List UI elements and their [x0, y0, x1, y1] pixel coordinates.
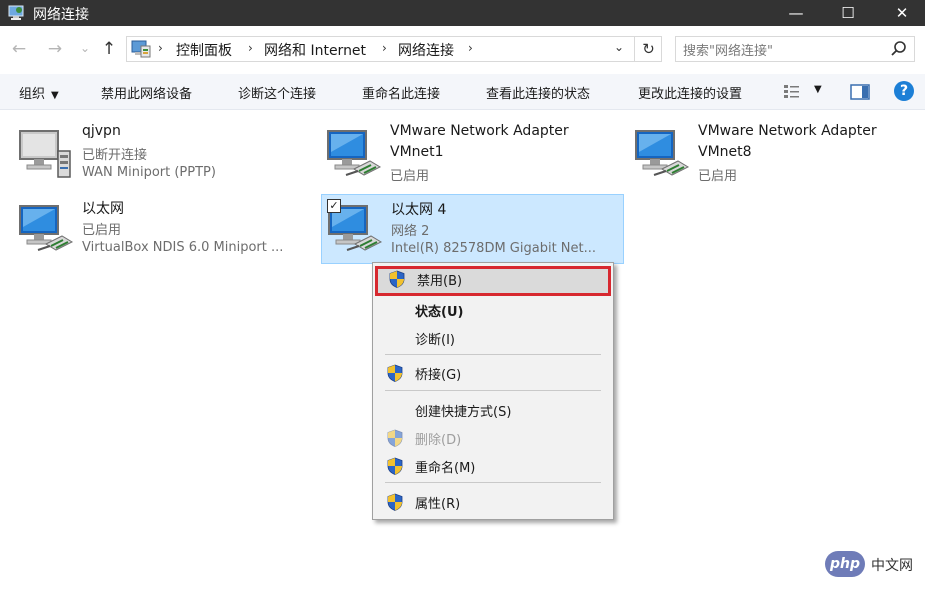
control-panel-icon: [131, 40, 151, 58]
vpn-connection-icon: [18, 125, 74, 181]
change-settings-button[interactable]: 更改此连接的设置: [638, 83, 742, 102]
breadcrumb-separator: ›: [468, 41, 473, 55]
command-bar: 组织 ▼ 禁用此网络设备 诊断这个连接 重命名此连接 查看此连接的状态 更改此连接…: [0, 74, 925, 110]
connection-status: 已启用: [82, 223, 122, 238]
menu-item-label: 诊断(I): [415, 333, 455, 348]
maximize-button[interactable]: ☐: [825, 0, 871, 26]
title-bar: 网络连接 — ☐ ✕: [0, 0, 925, 26]
up-button[interactable]: ↑: [98, 38, 120, 60]
shield-icon: [389, 270, 405, 288]
address-dropdown-button[interactable]: ⌄: [614, 40, 624, 54]
connection-item-vmnet1[interactable]: VMware Network Adapter VMnet1 已启用: [326, 123, 616, 189]
disable-device-button[interactable]: 禁用此网络设备: [101, 83, 192, 102]
minimize-button[interactable]: —: [773, 0, 819, 26]
menu-item-label: 创建快捷方式(S): [415, 405, 512, 420]
menu-item-label: 禁用(B): [417, 274, 463, 289]
breadcrumb-separator: ›: [158, 41, 163, 55]
connection-name: 以太网 4: [391, 202, 447, 218]
context-menu: 禁用(B) 状态(U) 诊断(I) 桥接(G) 创建快捷方式(S) 删除(D) …: [372, 262, 614, 520]
ethernet-adapter-icon: [18, 200, 74, 256]
connection-device: Intel(R) 82578DM Gigabit Net...: [391, 241, 597, 256]
menu-item-label: 桥接(G): [415, 368, 462, 383]
connection-status: 已断开连接: [82, 148, 148, 163]
menu-item-status[interactable]: 状态(U): [373, 297, 613, 323]
recent-locations-button[interactable]: ⌄: [74, 37, 96, 59]
connection-device: 已启用: [698, 169, 738, 184]
chevron-down-icon: ▼: [51, 90, 59, 101]
search-icon[interactable]: [890, 40, 908, 58]
connection-item-ethernet-4[interactable]: ✓ 以太网 4 网络 2 Intel(R) 82578DM Gigabit Ne…: [321, 194, 624, 264]
connection-item-qjvpn[interactable]: qjvpn 已断开连接 WAN Miniport (PPTP): [18, 123, 278, 189]
breadcrumb-network-internet[interactable]: 网络和 Internet: [264, 40, 366, 60]
selection-checkbox[interactable]: ✓: [327, 199, 341, 213]
watermark-text: 中文网: [871, 558, 913, 574]
connection-item-vmnet8[interactable]: VMware Network Adapter VMnet8 已启用: [634, 123, 919, 189]
connection-status: 网络 2: [391, 224, 430, 239]
shield-icon: [387, 429, 403, 447]
breadcrumb-separator: ›: [248, 41, 253, 55]
connection-status: VMnet8: [698, 144, 752, 160]
help-icon[interactable]: ?: [894, 81, 914, 101]
connection-name: 以太网: [82, 201, 124, 217]
connection-name: VMware Network Adapter: [390, 123, 569, 139]
menu-item-diagnose[interactable]: 诊断(I): [373, 325, 613, 351]
ethernet-adapter-icon: [634, 125, 690, 181]
breadcrumb-separator: ›: [382, 41, 387, 55]
organize-menu[interactable]: 组织 ▼: [19, 83, 59, 102]
back-button[interactable]: ←: [8, 38, 30, 60]
connection-status: VMnet1: [390, 144, 444, 160]
view-status-button[interactable]: 查看此连接的状态: [486, 83, 590, 102]
connection-name: qjvpn: [82, 123, 121, 139]
forward-button[interactable]: →: [44, 38, 66, 60]
connection-device: 已启用: [390, 169, 430, 184]
menu-item-label: 状态(U): [415, 305, 464, 320]
menu-item-delete: 删除(D): [373, 425, 613, 451]
menu-item-create-shortcut[interactable]: 创建快捷方式(S): [373, 397, 613, 423]
view-options-dropdown[interactable]: ▼: [814, 84, 822, 95]
menu-item-label: 删除(D): [415, 433, 462, 448]
connection-name: VMware Network Adapter: [698, 123, 877, 139]
search-placeholder: 搜索"网络连接": [683, 44, 773, 59]
breadcrumb-control-panel[interactable]: 控制面板: [176, 40, 232, 60]
menu-separator: [385, 390, 601, 391]
breadcrumb-network-connections[interactable]: 网络连接: [398, 40, 454, 60]
menu-item-label: 重命名(M): [415, 461, 476, 476]
organize-label: 组织: [19, 87, 46, 102]
network-connections-icon: [8, 5, 24, 20]
php-logo: php: [825, 551, 865, 577]
preview-pane-icon[interactable]: [850, 83, 870, 101]
menu-item-bridge[interactable]: 桥接(G): [373, 360, 613, 386]
connection-device: WAN Miniport (PPTP): [82, 165, 216, 180]
menu-separator: [385, 482, 601, 483]
rename-button[interactable]: 重命名此连接: [362, 83, 440, 102]
window-title: 网络连接: [33, 7, 89, 23]
refresh-button[interactable]: ↻: [634, 36, 662, 62]
shield-icon: [387, 493, 403, 511]
diagnose-button[interactable]: 诊断这个连接: [238, 83, 316, 102]
shield-icon: [387, 457, 403, 475]
menu-item-properties[interactable]: 属性(R): [373, 489, 613, 515]
close-button[interactable]: ✕: [879, 0, 925, 26]
ethernet-adapter-icon: [326, 125, 382, 181]
menu-item-disable[interactable]: 禁用(B): [375, 266, 611, 296]
menu-item-label: 属性(R): [415, 497, 461, 512]
connection-item-ethernet[interactable]: 以太网 已启用 VirtualBox NDIS 6.0 Miniport ...: [18, 198, 308, 264]
connection-device: VirtualBox NDIS 6.0 Miniport ...: [82, 240, 284, 255]
menu-separator: [385, 354, 601, 355]
view-options-icon[interactable]: [783, 83, 801, 101]
shield-icon: [387, 364, 403, 382]
menu-item-rename[interactable]: 重命名(M): [373, 453, 613, 479]
